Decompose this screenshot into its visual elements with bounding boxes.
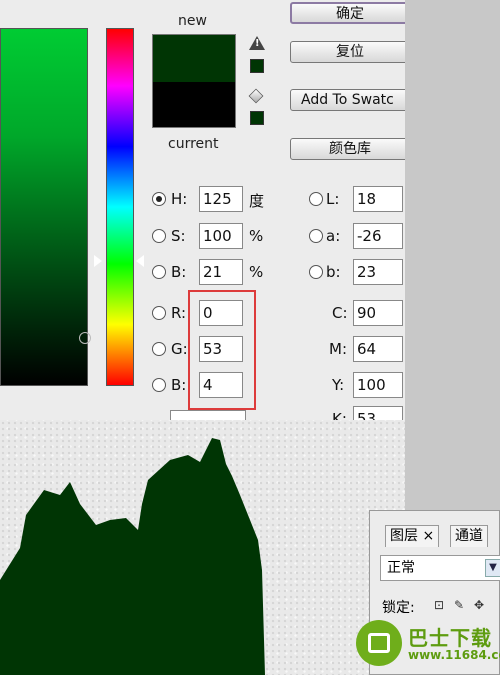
add-to-swatches-button[interactable]: Add To Swatc: [290, 89, 405, 111]
h-unit: 度: [249, 192, 265, 210]
web-safe-cube-icon[interactable]: [248, 88, 264, 104]
tab-channels[interactable]: 通道: [450, 525, 488, 547]
lock-transparent-icon[interactable]: ⊡: [434, 599, 446, 611]
g-label: G:: [171, 340, 188, 358]
current-color-swatch[interactable]: [153, 82, 235, 127]
radio-b[interactable]: [152, 265, 166, 279]
ok-button[interactable]: 确定: [290, 2, 405, 24]
k-input[interactable]: 53: [353, 406, 403, 420]
radio-rgb-b[interactable]: [152, 378, 166, 392]
lock-brush-icon[interactable]: ✎: [454, 599, 466, 611]
close-icon[interactable]: ×: [422, 528, 434, 544]
radio-a[interactable]: [309, 229, 323, 243]
radio-l[interactable]: [309, 192, 323, 206]
lab-b-label: b:: [326, 263, 341, 281]
document-canvas[interactable]: [0, 420, 405, 675]
watermark-logo-icon: [356, 620, 402, 666]
b-label: B:: [171, 263, 187, 281]
watermark: 巴士下载 www.11684.com: [352, 618, 500, 668]
m-label: M:: [329, 340, 347, 358]
l-label: L:: [326, 190, 340, 208]
hue-slider-right-arrow[interactable]: [136, 255, 144, 267]
watermark-title: 巴士下载: [408, 626, 492, 650]
gamut-warning-icon[interactable]: !: [249, 36, 265, 50]
m-input[interactable]: 64: [353, 336, 403, 362]
tab-layers-label: 图层: [390, 528, 418, 544]
rgb-b-label: B:: [171, 376, 187, 394]
rgb-highlight-box: [188, 290, 256, 410]
h-label: H:: [171, 190, 188, 208]
blend-mode-value: 正常: [387, 560, 415, 576]
watermark-url: www.11684.com: [408, 648, 500, 662]
color-libraries-button[interactable]: 颜色库: [290, 138, 405, 160]
s-unit: %: [249, 227, 264, 245]
color-picker-dialog: new current ! 确定 复位 Add To Swatc 颜色库 H: …: [0, 0, 405, 420]
y-input[interactable]: 100: [353, 372, 403, 398]
radio-s[interactable]: [152, 229, 166, 243]
current-color-label: current: [168, 136, 219, 152]
lock-move-icon[interactable]: ✥: [474, 599, 486, 611]
b-unit: %: [249, 263, 264, 281]
gamut-color-chip[interactable]: [250, 59, 264, 73]
k-label: K:: [332, 410, 347, 420]
hex-input[interactable]: [170, 410, 246, 420]
new-color-swatch: [153, 35, 235, 82]
tab-layers[interactable]: 图层 ×: [385, 525, 440, 547]
a-input[interactable]: -26: [353, 223, 403, 249]
c-input[interactable]: 90: [353, 300, 403, 326]
s-label: S:: [171, 227, 186, 245]
b-input[interactable]: 21: [199, 259, 243, 285]
color-swatch-preview: [152, 34, 236, 128]
radio-h[interactable]: [152, 192, 166, 206]
s-input[interactable]: 100: [199, 223, 243, 249]
workspace-background: [405, 0, 500, 510]
web-safe-color-chip[interactable]: [250, 111, 264, 125]
lab-b-input[interactable]: 23: [353, 259, 403, 285]
green-shape-graphic: [0, 438, 265, 675]
radio-r[interactable]: [152, 306, 166, 320]
radio-lab-b[interactable]: [309, 265, 323, 279]
new-color-label: new: [178, 13, 207, 29]
color-field-cursor[interactable]: [79, 332, 91, 344]
l-input[interactable]: 18: [353, 186, 403, 212]
y-label: Y:: [332, 376, 345, 394]
r-label: R:: [171, 304, 187, 322]
lock-label: 锁定:: [382, 600, 415, 616]
color-field[interactable]: [0, 28, 91, 386]
c-label: C:: [332, 304, 348, 322]
chevron-down-icon[interactable]: ▼: [485, 559, 500, 577]
a-label: a:: [326, 227, 341, 245]
radio-g[interactable]: [152, 342, 166, 356]
blend-mode-select[interactable]: 正常 ▼: [380, 555, 500, 581]
reset-button[interactable]: 复位: [290, 41, 405, 63]
hue-slider-left-arrow[interactable]: [94, 255, 102, 267]
h-input[interactable]: 125: [199, 186, 243, 212]
hue-slider[interactable]: [106, 28, 134, 386]
